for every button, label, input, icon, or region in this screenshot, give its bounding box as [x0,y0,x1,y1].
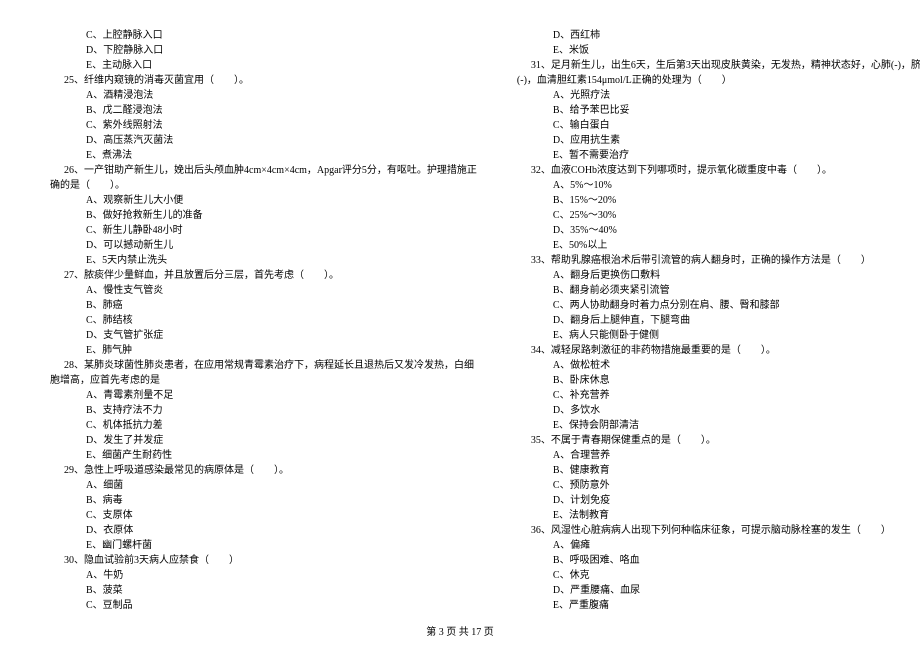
option-line: E、暂不需要治疗 [517,148,920,163]
option-line: B、支持疗法不力 [50,403,477,418]
question-line: 32、血液COHb浓度达到下列哪项时，提示氧化碳重度中毒（ ）。 [517,163,920,178]
option-line: D、严重腰痛、血尿 [517,583,920,598]
option-line: B、戊二醛浸泡法 [50,103,477,118]
question-line: 26、一产钳助产新生儿，娩出后头颅血肿4cm×4cm×4cm，Apgar评分5分… [50,163,477,178]
option-line: D、下腔静脉入口 [50,43,477,58]
option-line: E、米饭 [517,43,920,58]
option-line: B、翻身前必须夹紧引流管 [517,283,920,298]
option-line: C、肺结核 [50,313,477,328]
option-line: D、应用抗生素 [517,133,920,148]
option-line: D、计划免疫 [517,493,920,508]
option-line: E、保持会阴部清洁 [517,418,920,433]
option-line: A、合理营养 [517,448,920,463]
option-line: C、支原体 [50,508,477,523]
option-line: B、给予苯巴比妥 [517,103,920,118]
option-line: A、偏瘫 [517,538,920,553]
option-line: C、紫外线照射法 [50,118,477,133]
option-line: C、两人协助翻身时着力点分别在肩、腰、臀和膝部 [517,298,920,313]
option-line: D、支气管扩张症 [50,328,477,343]
option-line: A、牛奶 [50,568,477,583]
option-line: A、做松桩术 [517,358,920,373]
option-line: C、25%～30% [517,208,920,223]
option-line: B、15%～20% [517,193,920,208]
option-line: A、细菌 [50,478,477,493]
option-line: C、豆制品 [50,598,477,613]
question-line: 胞增高，应首先考虑的是 [50,373,477,388]
option-line: A、观察新生儿大小便 [50,193,477,208]
option-line: E、肺气肿 [50,343,477,358]
option-line: E、5天内禁止洗头 [50,253,477,268]
option-line: D、发生了并发症 [50,433,477,448]
option-line: D、可以撼动新生儿 [50,238,477,253]
question-line: 确的是（ ）。 [50,178,477,193]
option-line: D、35%～40% [517,223,920,238]
option-line: E、50%以上 [517,238,920,253]
question-line: 27、脓痰伴少量鲜血，并且放置后分三层，首先考虑（ ）。 [50,268,477,283]
option-line: B、病毒 [50,493,477,508]
question-line: 35、不属于青春期保健重点的是（ ）。 [517,433,920,448]
option-line: E、细菌产生耐药性 [50,448,477,463]
option-line: D、高压蒸汽灭菌法 [50,133,477,148]
option-line: E、煮沸法 [50,148,477,163]
option-line: B、菠菜 [50,583,477,598]
option-line: C、预防意外 [517,478,920,493]
option-line: B、呼吸困难、咯血 [517,553,920,568]
page-content: C、上腔静脉入口D、下腔静脉入口E、主动脉入口25、纤维内窥镜的消毒灭菌宜用（ … [50,28,870,613]
option-line: C、输白蛋白 [517,118,920,133]
question-line: 36、风湿性心脏病病人出现下列何种临床征象，可提示脑动脉栓塞的发生（ ） [517,523,920,538]
option-line: C、新生儿静卧48小时 [50,223,477,238]
option-line: A、5%～10% [517,178,920,193]
option-line: D、翻身后上腿伸直，下腿弯曲 [517,313,920,328]
option-line: E、幽门螺杆菌 [50,538,477,553]
option-line: C、休克 [517,568,920,583]
left-column: C、上腔静脉入口D、下腔静脉入口E、主动脉入口25、纤维内窥镜的消毒灭菌宜用（ … [50,28,477,613]
option-line: C、上腔静脉入口 [50,28,477,43]
option-line: D、衣原体 [50,523,477,538]
option-line: C、机体抵抗力差 [50,418,477,433]
question-line: 34、减轻尿路刺激征的非药物措施最重要的是（ ）。 [517,343,920,358]
option-line: E、严重腹痛 [517,598,920,613]
question-line: 31、足月新生儿，出生6天，生后第3天出现皮肤黄染，无发热，精神状态好，心肺(-… [517,58,920,73]
option-line: A、光照疗法 [517,88,920,103]
right-column: D、西红柿E、米饭31、足月新生儿，出生6天，生后第3天出现皮肤黄染，无发热，精… [517,28,920,613]
option-line: E、法制教育 [517,508,920,523]
question-line: 25、纤维内窥镜的消毒灭菌宜用（ ）。 [50,73,477,88]
option-line: A、慢性支气管炎 [50,283,477,298]
option-line: D、西红柿 [517,28,920,43]
question-line: 30、隐血试验前3天病人应禁食（ ） [50,553,477,568]
option-line: A、酒精浸泡法 [50,88,477,103]
question-line: (-)，血清胆红素154μmol/L正确的处理为（ ） [517,73,920,88]
option-line: E、病人只能侧卧于健侧 [517,328,920,343]
option-line: B、健康教育 [517,463,920,478]
question-line: 28、某肺炎球菌性肺炎患者，在应用常规青霉素治疗下，病程延长且退热后又发冷发热，… [50,358,477,373]
option-line: A、翻身后更换伤口敷料 [517,268,920,283]
option-line: E、主动脉入口 [50,58,477,73]
option-line: D、多饮水 [517,403,920,418]
option-line: C、补充营养 [517,388,920,403]
page-footer: 第 3 页 共 17 页 [0,623,920,638]
option-line: B、卧床休息 [517,373,920,388]
question-line: 29、急性上呼吸道感染最常见的病原体是（ ）。 [50,463,477,478]
question-line: 33、帮助乳腺癌根治术后带引流管的病人翻身时，正确的操作方法是（ ） [517,253,920,268]
option-line: A、青霉素剂量不足 [50,388,477,403]
option-line: B、肺癌 [50,298,477,313]
option-line: B、做好抢救新生儿的准备 [50,208,477,223]
